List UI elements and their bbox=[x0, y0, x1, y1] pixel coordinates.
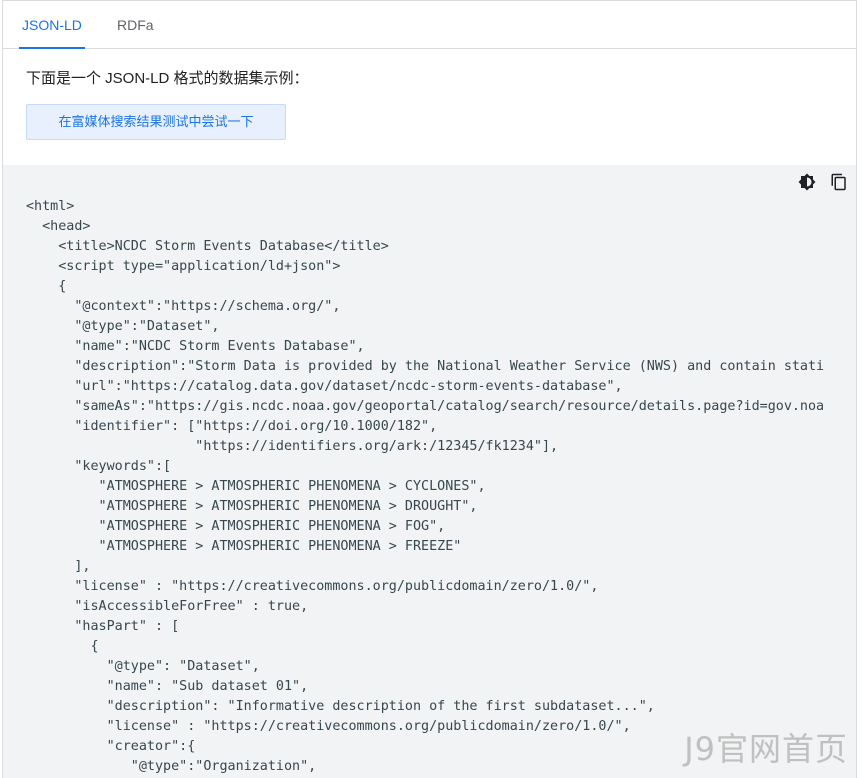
code-line: "creator":{ bbox=[26, 739, 196, 754]
code-line: { bbox=[26, 639, 99, 654]
code-line: { bbox=[26, 279, 67, 294]
code-line: ], bbox=[26, 559, 91, 574]
code-line: "https://identifiers.org/ark:/12345/fk12… bbox=[26, 439, 559, 454]
code-line: "description":"Storm Data is provided by… bbox=[26, 359, 825, 374]
code-line: "url":"https://catalog.data.gov/dataset/… bbox=[26, 379, 623, 394]
code-line: "isAccessibleForFree" : true, bbox=[26, 599, 309, 614]
tab-rdfa[interactable]: RDFa bbox=[117, 1, 154, 48]
code-line: "ATMOSPHERE > ATMOSPHERIC PHENOMENA > CY… bbox=[26, 479, 486, 494]
format-tabs: JSON-LD RDFa bbox=[3, 1, 856, 49]
brightness-icon[interactable] bbox=[796, 171, 818, 193]
code-line: "name": "Sub dataset 01", bbox=[26, 679, 309, 694]
code-line: "license" : "https://creativecommons.org… bbox=[26, 579, 599, 594]
code-line: "sameAs":"https://gis.ncdc.noaa.gov/geop… bbox=[26, 399, 825, 414]
code-line: "name":"NCDC Storm Events Database", bbox=[26, 339, 365, 354]
try-rich-results-button[interactable]: 在富媒体搜索结果测试中尝试一下 bbox=[26, 104, 286, 140]
code-line: "@type":"Organization", bbox=[26, 759, 317, 774]
code-line: "@type":"Dataset", bbox=[26, 319, 220, 334]
code-block: <html> <head> <title>NCDC Storm Events D… bbox=[3, 165, 856, 778]
intro-text: 下面是一个 JSON-LD 格式的数据集示例： bbox=[26, 70, 309, 87]
code-line: <title>NCDC Storm Events Database</title… bbox=[26, 239, 389, 254]
code-line: "identifier": ["https://doi.org/10.1000/… bbox=[26, 419, 438, 434]
code-sample-card: JSON-LD RDFa 下面是一个 JSON-LD 格式的数据集示例： 在富媒… bbox=[2, 0, 857, 778]
code-line: "@type": "Dataset", bbox=[26, 659, 260, 674]
code-line: "license" : "https://creativecommons.org… bbox=[26, 719, 631, 734]
code-line: "ATMOSPHERE > ATMOSPHERIC PHENOMENA > DR… bbox=[26, 499, 478, 514]
copy-icon[interactable] bbox=[828, 171, 850, 193]
code-line: "description": "Informative description … bbox=[26, 699, 655, 714]
tab-json-ld[interactable]: JSON-LD bbox=[19, 1, 85, 49]
code-line: "ATMOSPHERE > ATMOSPHERIC PHENOMENA > FR… bbox=[26, 539, 462, 554]
code-line: <script type="application/ld+json"> bbox=[26, 259, 341, 274]
json-ld-code: <html> <head> <title>NCDC Storm Events D… bbox=[26, 197, 824, 777]
code-line: "ATMOSPHERE > ATMOSPHERIC PHENOMENA > FO… bbox=[26, 519, 446, 534]
code-line: <head> bbox=[26, 219, 91, 234]
code-line: "@context":"https://schema.org/", bbox=[26, 299, 341, 314]
code-line: "hasPart" : [ bbox=[26, 619, 180, 634]
code-line: "keywords":[ bbox=[26, 459, 172, 474]
code-toolbar bbox=[796, 171, 850, 193]
code-line: <html> bbox=[26, 199, 75, 214]
